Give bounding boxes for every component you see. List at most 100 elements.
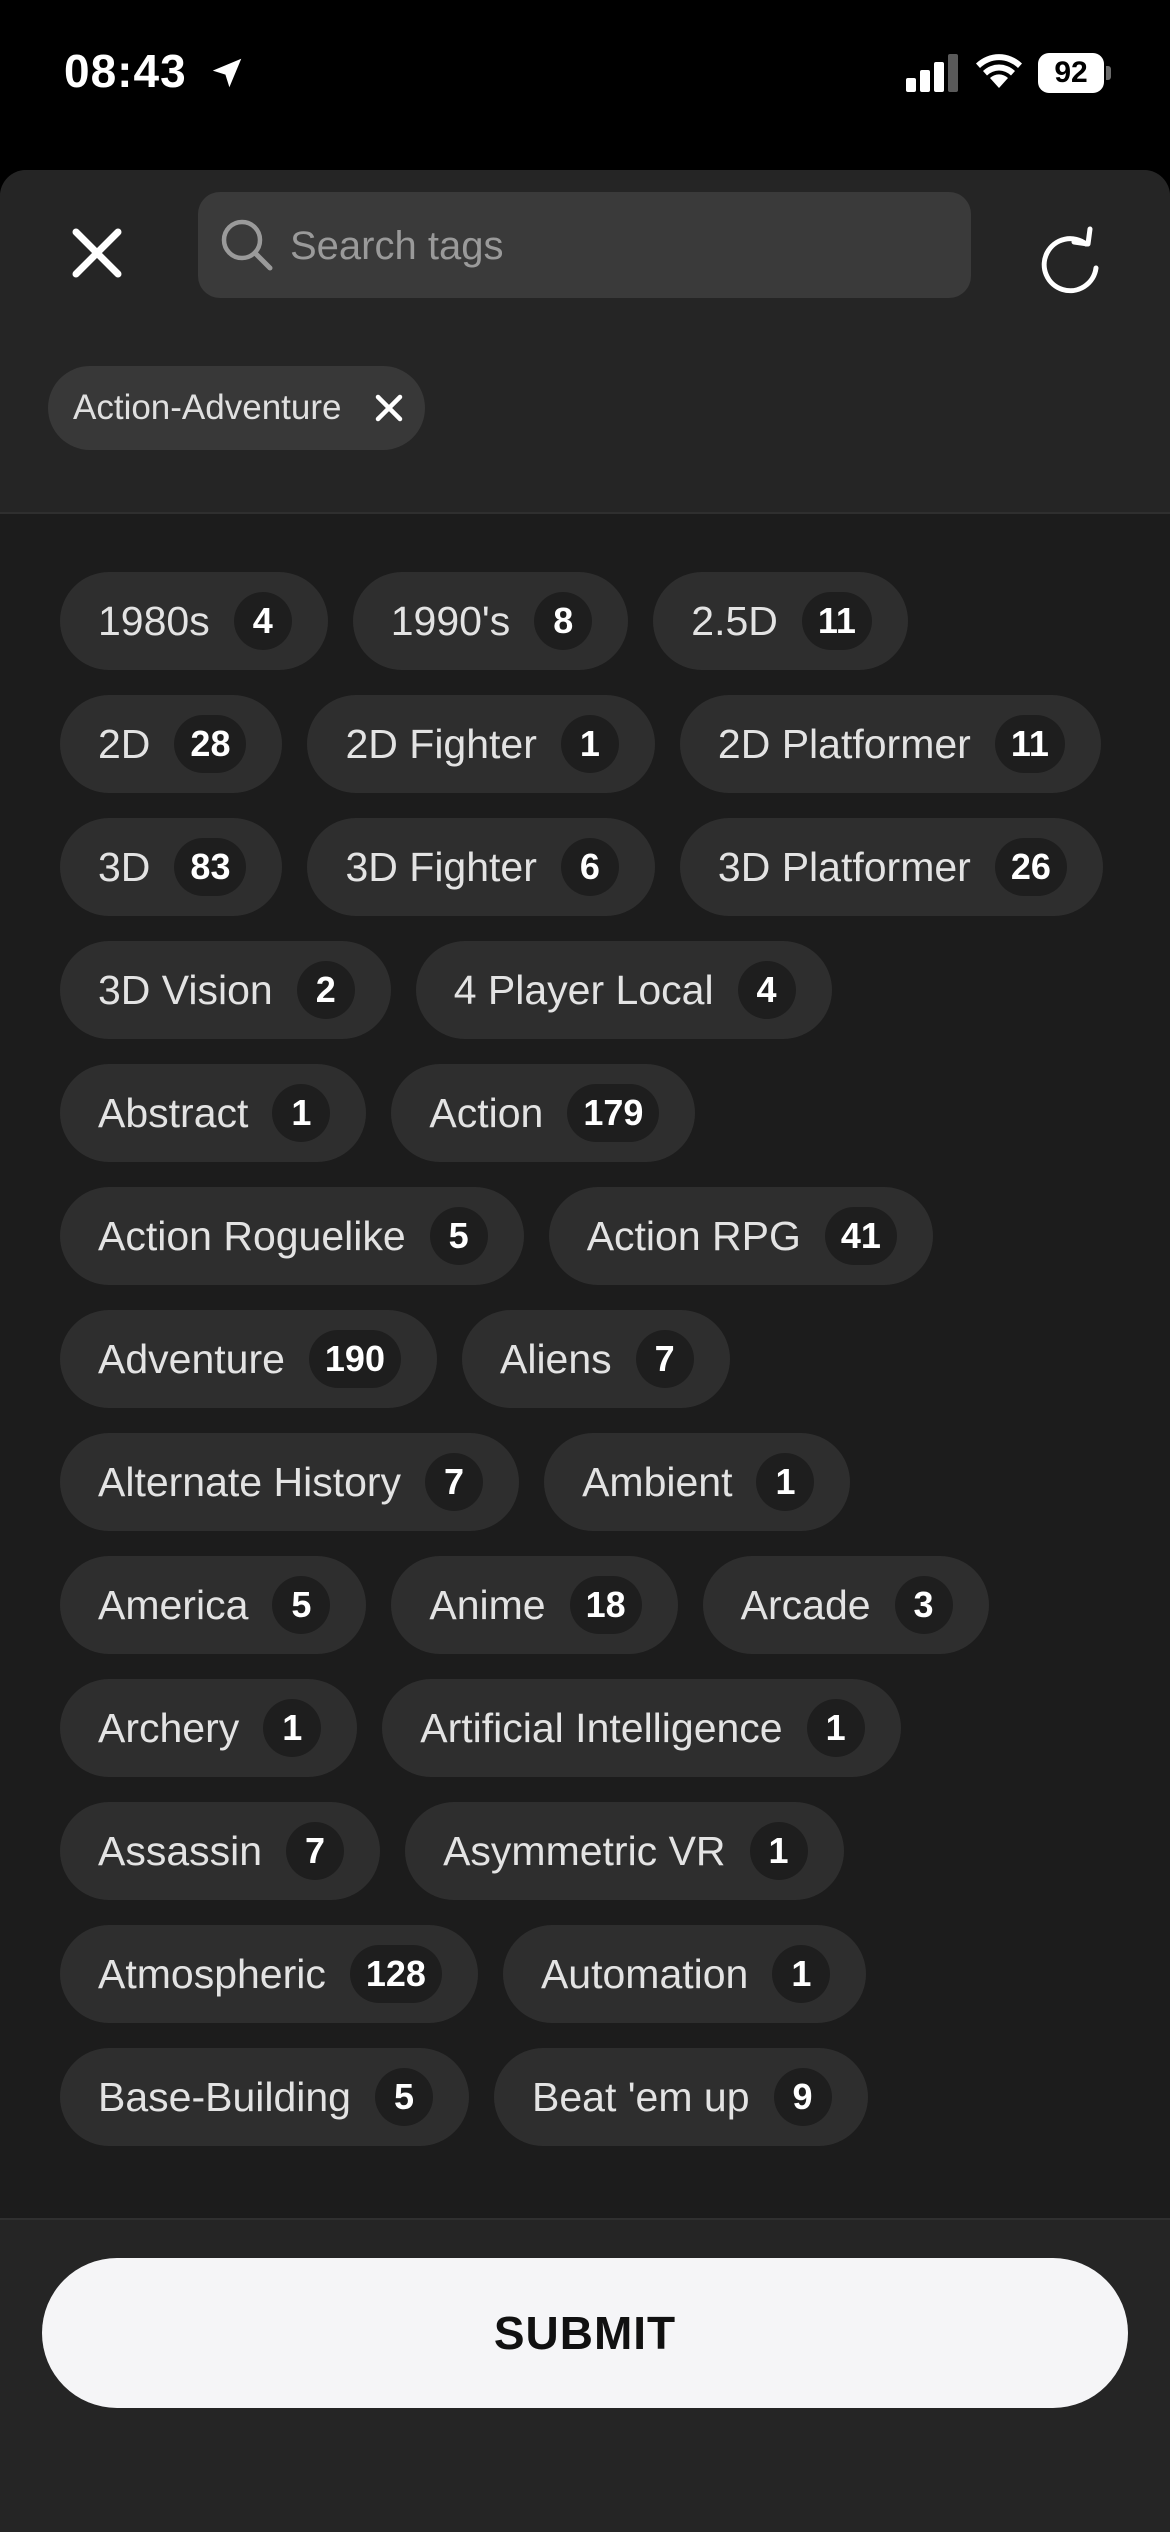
tag-name: Alternate History <box>98 1458 402 1505</box>
battery-nub <box>1106 66 1111 80</box>
tag-chip[interactable]: Base-Building 5 <box>60 2048 469 2146</box>
tag-name: 3D Fighter <box>345 843 537 890</box>
tag-count-badge: 2 <box>296 961 355 1019</box>
tag-chip[interactable]: America 5 <box>60 1556 367 1654</box>
tag-chip[interactable]: Artificial Intelligence 1 <box>382 1679 901 1777</box>
tag-chip[interactable]: Alternate History 7 <box>60 1433 520 1531</box>
tag-count-badge: 9 <box>773 2068 832 2126</box>
tag-count-badge: 8 <box>534 592 593 650</box>
tag-name: Archery <box>98 1704 240 1751</box>
tag-count-badge: 1 <box>756 1453 815 1511</box>
tag-count-badge: 5 <box>429 1207 488 1265</box>
tag-name: Arcade <box>740 1581 871 1628</box>
tag-count-badge: 1 <box>806 1699 865 1757</box>
tag-chip[interactable]: 2D 28 <box>60 695 283 793</box>
tag-name: Aliens <box>499 1335 612 1382</box>
tag-count-badge: 11 <box>994 715 1065 773</box>
tag-name: Adventure <box>98 1335 285 1382</box>
tag-name: Abstract <box>98 1089 249 1136</box>
tag-chip[interactable]: 2.5D 11 <box>653 572 908 670</box>
tag-name: Assassin <box>98 1827 263 1874</box>
tag-count-badge: 190 <box>308 1330 401 1388</box>
tag-count-badge: 179 <box>567 1084 660 1142</box>
tag-count-badge: 18 <box>569 1576 642 1634</box>
tag-count-badge: 7 <box>635 1330 694 1388</box>
tag-name: Base-Building <box>98 2073 351 2120</box>
tag-name: Action Roguelike <box>98 1212 406 1259</box>
tag-chip[interactable]: 1990's 8 <box>352 572 629 670</box>
tag-chip[interactable]: 1980s 4 <box>60 572 328 670</box>
tag-name: Atmospheric <box>98 1950 326 1997</box>
tag-chip[interactable]: Action Roguelike 5 <box>60 1187 524 1285</box>
search-input[interactable] <box>288 192 952 300</box>
tag-name: 1980s <box>98 597 210 644</box>
tag-chip[interactable]: Action RPG 41 <box>548 1187 933 1285</box>
tag-chip[interactable]: Arcade 3 <box>702 1556 989 1654</box>
search-bar[interactable] <box>198 192 971 300</box>
tag-count-badge: 11 <box>801 592 872 650</box>
tag-chip[interactable]: 3D 83 <box>60 818 283 916</box>
tag-name: Action <box>429 1089 544 1136</box>
tag-chip[interactable]: 3D Platformer 26 <box>679 818 1103 916</box>
tag-name: Beat 'em up <box>532 2073 750 2120</box>
submit-button[interactable]: SUBMIT <box>42 2258 1128 2408</box>
tag-name: 3D <box>98 843 151 890</box>
tag-count-badge: 128 <box>349 1945 442 2003</box>
tag-chip[interactable]: 3D Fighter 6 <box>307 818 655 916</box>
tag-name: Artificial Intelligence <box>420 1704 783 1751</box>
status-bar: 08:43 92 <box>0 0 1170 150</box>
tag-count-badge: 1 <box>263 1699 322 1757</box>
tag-count-badge: 7 <box>425 1453 484 1511</box>
sheet-header: Action-Adventure <box>0 170 1170 514</box>
tag-chip[interactable]: Anime 18 <box>391 1556 678 1654</box>
selected-tag-chip[interactable]: Action-Adventure <box>48 366 426 450</box>
tag-chip[interactable]: 2D Fighter 1 <box>307 695 655 793</box>
tag-chip[interactable]: 4 Player Local 4 <box>415 941 832 1039</box>
tag-chip[interactable]: 3D Vision 2 <box>60 941 391 1039</box>
remove-tag-icon[interactable] <box>373 392 405 424</box>
tag-name: 2D Platformer <box>717 720 971 767</box>
tag-chip[interactable]: Assassin 7 <box>60 1802 381 1900</box>
tag-name: 3D Platformer <box>717 843 971 890</box>
tag-count-badge: 1 <box>772 1945 831 2003</box>
tag-name: Asymmetric VR <box>443 1827 726 1874</box>
tag-name: Anime <box>429 1581 546 1628</box>
selected-tag-label: Action-Adventure <box>73 388 342 427</box>
tag-chip[interactable]: Ambient 1 <box>544 1433 851 1531</box>
tag-count-badge: 4 <box>737 961 796 1019</box>
tag-count-badge: 4 <box>233 592 292 650</box>
tag-name: 2D <box>98 720 151 767</box>
tag-chip[interactable]: Abstract 1 <box>60 1064 367 1162</box>
tag-chip[interactable]: Adventure 190 <box>60 1310 437 1408</box>
tag-count-badge: 1 <box>272 1084 331 1142</box>
tag-name: 4 Player Local <box>453 966 714 1013</box>
tag-chip[interactable]: Atmospheric 128 <box>60 1925 478 2023</box>
tag-chip[interactable]: Action 179 <box>391 1064 696 1162</box>
tag-chip[interactable]: Asymmetric VR 1 <box>405 1802 844 1900</box>
status-time: 08:43 <box>64 45 187 97</box>
tag-list: 1980s 4 1990's 8 2.5D 11 2D 28 2D Fighter 1 2D Pla… <box>60 572 1120 2218</box>
tag-name: 1990's <box>390 597 511 644</box>
tag-chip[interactable]: 2D Platformer 11 <box>679 695 1101 793</box>
tag-chip[interactable]: Aliens 7 <box>461 1310 730 1408</box>
tag-name: 2.5D <box>691 597 778 644</box>
tag-count-badge: 5 <box>272 1576 331 1634</box>
tag-chip[interactable]: Archery 1 <box>60 1679 358 1777</box>
tag-picker-sheet: Action-Adventure 1980s41990's82.5D112D28… <box>0 170 1170 2532</box>
tag-count-badge: 1 <box>560 715 619 773</box>
refresh-icon[interactable] <box>1034 220 1106 296</box>
tag-count-badge: 28 <box>174 715 247 773</box>
tag-count-badge: 83 <box>174 838 247 896</box>
tag-chip[interactable]: Beat 'em up 9 <box>494 2048 868 2146</box>
close-icon[interactable] <box>64 220 130 286</box>
tag-chip[interactable]: Automation 1 <box>502 1925 867 2023</box>
tag-count-badge: 41 <box>824 1207 897 1265</box>
cellular-signal-icon <box>906 54 960 92</box>
tag-name: Ambient <box>582 1458 733 1505</box>
tag-name: 2D Fighter <box>345 720 537 767</box>
battery-icon: 92 <box>1038 53 1104 93</box>
tag-count-badge: 3 <box>894 1576 953 1634</box>
search-icon <box>221 219 273 271</box>
tag-count-badge: 1 <box>749 1822 808 1880</box>
tag-count-badge: 26 <box>994 838 1067 896</box>
